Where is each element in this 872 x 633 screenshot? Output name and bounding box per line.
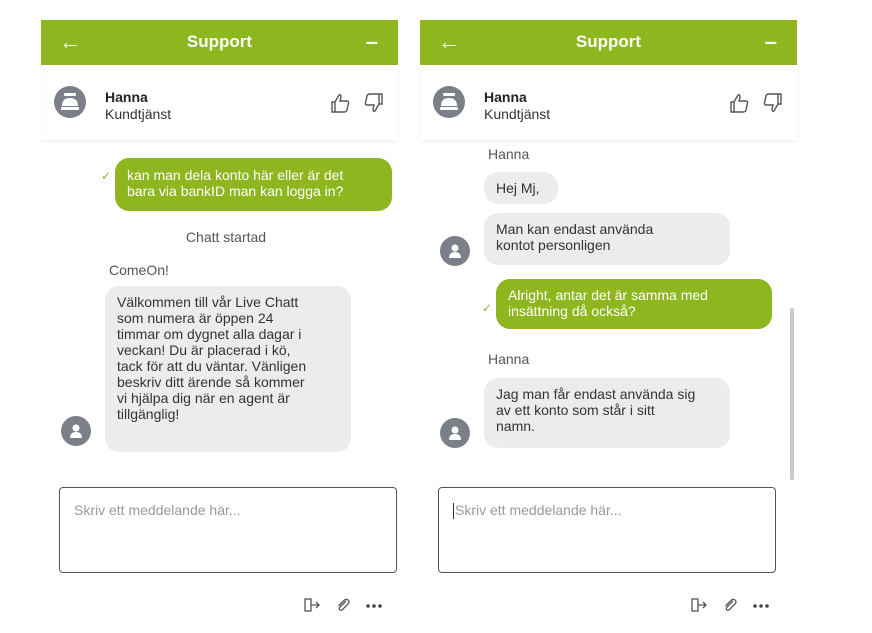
agent-avatar-icon [54,86,86,118]
message-line: insättning då också? [508,303,636,319]
incoming-message: Hej Mj, [484,172,558,204]
delivered-check-icon: ✓ [101,169,112,183]
agent-header: Hanna Kundtjänst [420,65,797,140]
message-line: tack för att du väntar. Vänligen [117,358,307,374]
incoming-message: Jag man får endast använda sig av ett ko… [484,378,730,448]
exit-icon[interactable] [690,596,708,614]
agent-role: Kundtjänst [105,106,172,122]
more-dots-icon[interactable] [365,596,383,614]
message-list[interactable]: ✓ kan man dela konto här eller är det ba… [41,140,398,480]
message-line: tillgänglig! [117,406,180,422]
outgoing-message: Alright, antar det är samma med insättni… [496,279,772,329]
minimize-icon[interactable]: – [765,28,777,56]
message-line: Välkommen till vår Live Chatt [117,294,299,310]
chat-started-label: Chatt startad [185,229,267,245]
exit-icon[interactable] [303,596,321,614]
agent-name: Hanna [484,89,527,105]
message-input-placeholder: Skriv ett meddelande här... [455,502,622,518]
incoming-message: Välkommen till vår Live Chatt som numera… [105,286,351,452]
chat-title: Support [186,32,253,51]
agent-name: Hanna [105,89,148,105]
thumbs-down-icon[interactable] [762,92,784,114]
chat-panel-left: ← Support – Hanna Kundtjänst ✓ kan man d… [41,20,398,633]
thumbs-up-icon[interactable] [728,92,750,114]
thumbs-down-icon[interactable] [363,92,385,114]
agent-avatar-icon [61,416,91,446]
message-list[interactable]: Hanna Hej Mj, Man kan endast använda kon… [420,140,797,480]
message-line: som numera är öppen 24 [117,310,274,326]
paperclip-icon[interactable] [334,596,352,614]
sender-label: Hanna [488,146,530,162]
message-line: bara via bankID man kan logga in? [127,183,344,199]
agent-role: Kundtjänst [484,106,551,122]
incoming-message: Man kan endast använda kontot personlige… [484,213,730,265]
text-caret [453,503,454,520]
message-line: Alright, antar det är samma med [508,287,708,303]
message-line: timmar om dygnet alla dagar i [117,326,302,342]
chat-panel-right: ← Support – Hanna Kundtjänst Hanna Hej M… [420,20,797,633]
delivered-check-icon: ✓ [482,301,493,315]
message-line: av ett konto som står i sitt [496,402,655,418]
scrollbar-thumb[interactable] [790,308,794,480]
message-line: namn. [496,418,535,434]
footer-toolbar [690,596,780,616]
footer-toolbar [303,596,393,616]
message-input[interactable]: Skriv ett meddelande här... [438,487,776,573]
sender-label: Hanna [488,351,530,367]
message-line: Man kan endast använda [496,221,654,237]
minimize-icon[interactable]: – [366,28,378,56]
chat-header-bar: ← Support – [41,20,398,65]
message-line: kontot personligen [496,237,611,253]
chat-header-bar: ← Support – [420,20,797,65]
agent-header: Hanna Kundtjänst [41,65,398,140]
more-dots-icon[interactable] [752,596,770,614]
sender-label: ComeOn! [109,262,169,278]
message-line: beskriv ditt ärende så kommer [117,374,305,390]
outgoing-message: kan man dela konto här eller är det bara… [115,158,392,211]
agent-avatar-icon [440,236,470,266]
paperclip-icon[interactable] [721,596,739,614]
agent-avatar-icon [440,418,470,448]
message-input[interactable]: Skriv ett meddelande här... [59,487,397,573]
thumbs-up-icon[interactable] [329,92,351,114]
agent-avatar-icon [433,86,465,118]
chat-title: Support [575,32,642,51]
message-line: Hej Mj, [496,180,540,196]
message-line: veckan! Du är placerad i kö, [117,342,291,358]
message-input-placeholder: Skriv ett meddelande här... [74,502,241,518]
message-line: Jag man får endast använda sig [496,386,696,402]
message-line: vi hjälpa dig när en agent är [117,390,290,406]
message-line: kan man dela konto här eller är det [127,167,344,183]
